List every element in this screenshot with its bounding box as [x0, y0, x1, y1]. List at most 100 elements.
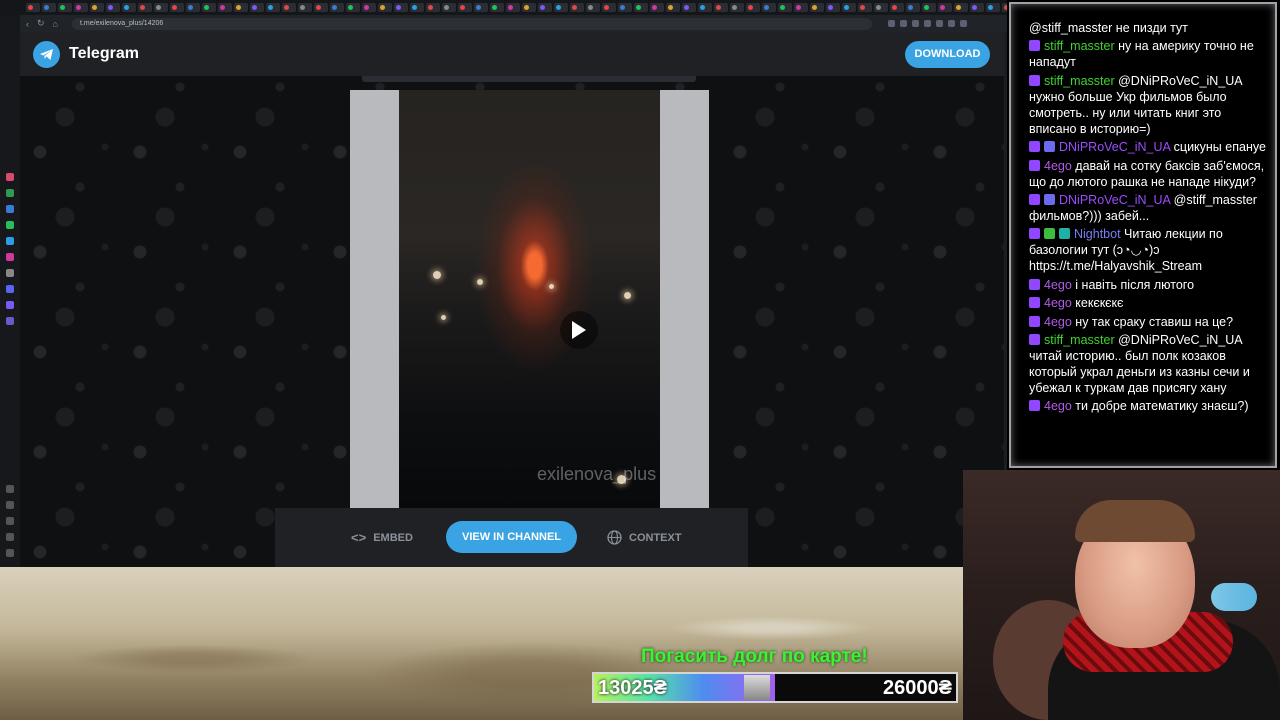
- browser-tab[interactable]: [410, 3, 424, 12]
- browser-tab[interactable]: [490, 3, 504, 12]
- browser-tab[interactable]: [922, 3, 936, 12]
- chat-username[interactable]: Nightbot: [1074, 227, 1121, 241]
- x-icon[interactable]: [6, 269, 14, 277]
- sidebar-app-icon[interactable]: [6, 189, 14, 197]
- telegram-icon[interactable]: [6, 237, 14, 245]
- history-icon[interactable]: [6, 517, 14, 525]
- browser-tab[interactable]: [650, 3, 664, 12]
- browser-tab[interactable]: [234, 3, 248, 12]
- browser-tab[interactable]: [906, 3, 920, 12]
- browser-tab[interactable]: [378, 3, 392, 12]
- browser-tab[interactable]: [122, 3, 136, 12]
- browser-tab[interactable]: [138, 3, 152, 12]
- browser-tab[interactable]: [506, 3, 520, 12]
- browser-tab[interactable]: [42, 3, 56, 12]
- browser-tab[interactable]: [74, 3, 88, 12]
- play-button[interactable]: [560, 311, 598, 349]
- browser-tab[interactable]: [954, 3, 968, 12]
- tab-strip[interactable]: [0, 0, 1007, 15]
- browser-tab[interactable]: [570, 3, 584, 12]
- browser-tab[interactable]: [634, 3, 648, 12]
- chat-username[interactable]: stiff_masster: [1044, 39, 1115, 53]
- browser-tab[interactable]: [714, 3, 728, 12]
- browser-tab[interactable]: [58, 3, 72, 12]
- browser-tab[interactable]: [362, 3, 376, 12]
- browser-tab[interactable]: [170, 3, 184, 12]
- browser-tab[interactable]: [442, 3, 456, 12]
- browser-tab[interactable]: [554, 3, 568, 12]
- browser-tab[interactable]: [330, 3, 344, 12]
- sidebar-app-icon[interactable]: [6, 205, 14, 213]
- browser-tab[interactable]: [874, 3, 888, 12]
- extension-icon[interactable]: [923, 20, 931, 27]
- browser-tab[interactable]: [218, 3, 232, 12]
- browser-tab[interactable]: [298, 3, 312, 12]
- post-video[interactable]: exilenova_plus: [350, 90, 709, 508]
- browser-tab[interactable]: [282, 3, 296, 12]
- chat-username[interactable]: 4ego: [1044, 159, 1072, 173]
- browser-tab[interactable]: [618, 3, 632, 12]
- instagram-icon[interactable]: [6, 253, 14, 261]
- browser-tab[interactable]: [426, 3, 440, 12]
- browser-tab[interactable]: [602, 3, 616, 12]
- video-frame[interactable]: exilenova_plus: [399, 90, 660, 508]
- browser-tab[interactable]: [538, 3, 552, 12]
- browser-tab[interactable]: [810, 3, 824, 12]
- extension-icon[interactable]: [947, 20, 955, 27]
- heart-icon[interactable]: [6, 485, 14, 493]
- browser-tab[interactable]: [698, 3, 712, 12]
- message-icon[interactable]: [6, 501, 14, 509]
- settings-icon[interactable]: [6, 533, 14, 541]
- browser-tab[interactable]: [746, 3, 760, 12]
- extension-icon[interactable]: [911, 20, 919, 27]
- chat-username[interactable]: 4ego: [1044, 278, 1072, 292]
- sidebar-app-icon[interactable]: [6, 173, 14, 181]
- chat-username[interactable]: stiff_masster: [1044, 333, 1115, 347]
- browser-tab[interactable]: [202, 3, 216, 12]
- embed-button[interactable]: <> EMBED: [351, 508, 413, 567]
- home-icon[interactable]: ⌂: [53, 19, 58, 29]
- browser-tab[interactable]: [842, 3, 856, 12]
- chat-username[interactable]: DNiPRoVeC_iN_UA: [1059, 193, 1170, 207]
- browser-tab[interactable]: [986, 3, 1000, 12]
- telegram-logo-icon[interactable]: [33, 41, 60, 68]
- chat-username[interactable]: 4ego: [1044, 296, 1072, 310]
- context-button[interactable]: CONTEXT: [607, 508, 682, 567]
- whatsapp-icon[interactable]: [6, 221, 14, 229]
- browser-tab[interactable]: [778, 3, 792, 12]
- browser-tab[interactable]: [266, 3, 280, 12]
- browser-tab[interactable]: [90, 3, 104, 12]
- chat-username[interactable]: 4ego: [1044, 315, 1072, 329]
- extension-icon[interactable]: [935, 20, 943, 27]
- extension-icon[interactable]: [959, 20, 967, 27]
- browser-tab[interactable]: [186, 3, 200, 12]
- download-button[interactable]: DOWNLOAD: [905, 41, 990, 68]
- browser-tab[interactable]: [826, 3, 840, 12]
- browser-tab[interactable]: [26, 3, 40, 12]
- browser-tab[interactable]: [762, 3, 776, 12]
- sidebar-app-icon[interactable]: [6, 317, 14, 325]
- sidebar-app-icon[interactable]: [6, 301, 14, 309]
- browser-tab[interactable]: [106, 3, 120, 12]
- browser-tab[interactable]: [474, 3, 488, 12]
- back-icon[interactable]: ‹: [26, 19, 29, 29]
- browser-tab[interactable]: [970, 3, 984, 12]
- browser-tab[interactable]: [314, 3, 328, 12]
- browser-tab[interactable]: [346, 3, 360, 12]
- reload-icon[interactable]: ↻: [37, 18, 45, 29]
- chat-username[interactable]: stiff_masster: [1044, 74, 1115, 88]
- browser-tab[interactable]: [858, 3, 872, 12]
- discord-icon[interactable]: [6, 285, 14, 293]
- chat-username[interactable]: DNiPRoVeC_iN_UA: [1059, 140, 1170, 154]
- more-icon[interactable]: [6, 549, 14, 557]
- browser-tab[interactable]: [938, 3, 952, 12]
- browser-tab[interactable]: [890, 3, 904, 12]
- view-in-channel-button[interactable]: VIEW IN CHANNEL: [446, 521, 577, 553]
- telegram-brand[interactable]: Telegram: [69, 45, 139, 63]
- extension-icon[interactable]: [899, 20, 907, 27]
- browser-tab[interactable]: [394, 3, 408, 12]
- browser-tab[interactable]: [250, 3, 264, 12]
- extension-icon[interactable]: [887, 20, 895, 27]
- browser-tab[interactable]: [522, 3, 536, 12]
- browser-tab[interactable]: [154, 3, 168, 12]
